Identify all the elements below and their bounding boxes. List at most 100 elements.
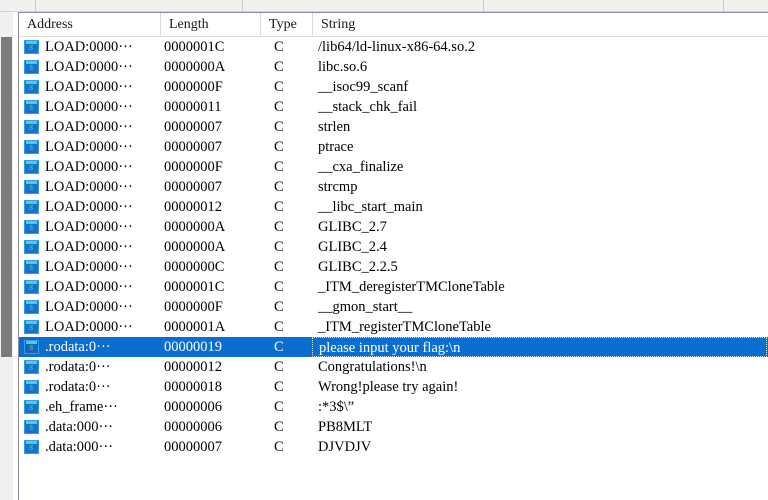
cell-type: C	[274, 199, 284, 215]
cell-address: LOAD:0000···	[45, 279, 133, 295]
table-header: Address Length Type String	[19, 13, 768, 37]
vertical-scrollbar[interactable]	[0, 12, 13, 500]
scrollbar-thumb[interactable]	[1, 37, 12, 357]
cell-type: C	[274, 339, 284, 355]
cell-address: LOAD:0000···	[45, 179, 133, 195]
cell-length: 0000000F	[164, 79, 223, 95]
cell-type: C	[274, 99, 284, 115]
cell-type: C	[274, 359, 284, 375]
cell-string: __cxa_finalize	[318, 159, 404, 175]
table-row[interactable]: LOAD:0000··· 00000007 Cptrace	[19, 137, 768, 157]
cell-type: C	[274, 279, 284, 295]
table-row[interactable]: LOAD:0000··· 00000011 C __stack_chk_fail	[19, 97, 768, 117]
cell-address: .data:000···	[45, 439, 114, 455]
cell-type: C	[274, 239, 284, 255]
cell-address: LOAD:0000···	[45, 59, 133, 75]
cell-string: GLIBC_2.7	[318, 219, 387, 235]
cell-string: PB8MLT	[318, 419, 373, 435]
cell-length: 0000000A	[164, 219, 226, 235]
table-row[interactable]: .data:000··· 00000006 C PB8MLT	[19, 417, 768, 437]
cell-type: C	[274, 179, 284, 195]
table-row[interactable]: LOAD:0000··· 0000000A C GLIBC_2.4	[19, 237, 768, 257]
cell-string: please input your flag:\n	[312, 337, 767, 357]
cell-length: 00000018	[164, 379, 222, 395]
cell-address: LOAD:0000···	[45, 259, 133, 275]
cell-type: C	[274, 119, 284, 135]
cell-type: C	[274, 379, 284, 395]
cell-address: LOAD:0000···	[45, 99, 133, 115]
table-row[interactable]: .rodata:0··· 00000018 C Wrong!please try ag…	[19, 377, 768, 397]
cell-length: 0000001C	[164, 279, 225, 295]
table-row[interactable]: LOAD:0000··· 00000007 Cstrcmp	[19, 177, 768, 197]
cell-type: C	[274, 59, 284, 75]
cell-address: .rodata:0···	[45, 339, 111, 355]
table-row[interactable]: LOAD:0000··· 0000000C C GLIBC_2.2.5	[19, 257, 768, 277]
top-strip-segment	[484, 0, 724, 12]
column-header-length[interactable]: Length	[160, 13, 260, 36]
cell-type: C	[274, 419, 284, 435]
cell-string: DJVDJV	[318, 439, 372, 455]
table-row[interactable]: LOAD:0000··· 0000000A Clibc.so.6	[19, 57, 768, 77]
table-row[interactable]: LOAD:0000··· 0000001C C/lib64/ld-linux-x86…	[19, 37, 768, 57]
cell-string: Wrong!please try again!	[318, 379, 459, 395]
cell-length: 00000006	[164, 399, 222, 415]
strings-window: AddressLengthTypeString LOAD:0000··· 0000…	[0, 0, 768, 500]
cell-address: .rodata:0···	[45, 379, 111, 395]
cell-address: LOAD:0000···	[45, 119, 133, 135]
column-header-type[interactable]: Type	[260, 13, 312, 36]
strings-list-panel: AddressLengthTypeString LOAD:0000··· 0000…	[18, 12, 768, 500]
cell-length: 00000007	[164, 139, 222, 155]
cell-address: LOAD:0000···	[45, 39, 133, 55]
cell-length: 0000000A	[164, 239, 226, 255]
table-row[interactable]: .rodata:0··· 00000019 Cplease input your f…	[19, 337, 768, 357]
cell-length: 00000007	[164, 119, 222, 135]
window-top-strip	[0, 0, 768, 12]
cell-string: strlen	[318, 119, 351, 135]
cell-string: /lib64/ld-linux-x86-64.so.2	[318, 39, 476, 55]
table-row[interactable]: .eh_frame··· 00000006 C:*3$\”	[19, 397, 768, 417]
cell-string: _ITM_registerTMCloneTable	[318, 319, 491, 335]
cell-address: LOAD:0000···	[45, 299, 133, 315]
cell-type: C	[274, 79, 284, 95]
table-row[interactable]: LOAD:0000··· 0000000F C __cxa_finalize	[19, 157, 768, 177]
cell-string: __stack_chk_fail	[318, 99, 418, 115]
top-strip-segment	[243, 0, 484, 12]
cell-type: C	[274, 159, 284, 175]
cell-address: .rodata:0···	[45, 359, 111, 375]
table-body: LOAD:0000··· 0000001C C/lib64/ld-linux-x86…	[19, 37, 768, 457]
top-strip-segment	[0, 0, 36, 12]
cell-address: LOAD:0000···	[45, 159, 133, 175]
cell-length: 0000000A	[164, 59, 226, 75]
cell-length: 00000012	[164, 199, 222, 215]
cell-string: Congratulations!\n	[318, 359, 427, 375]
table-row[interactable]: LOAD:0000··· 0000000A C GLIBC_2.7	[19, 217, 768, 237]
cell-address: .eh_frame···	[45, 399, 118, 415]
cell-length: 00000007	[164, 179, 222, 195]
table-row[interactable]: LOAD:0000··· 0000001A C _ITM_registerTMClon…	[19, 317, 768, 337]
cell-string: __gmon_start__	[318, 299, 413, 315]
column-header-address[interactable]: Address	[19, 13, 158, 36]
cell-length: 00000006	[164, 419, 222, 435]
top-strip-segment	[36, 0, 243, 12]
table-row[interactable]: LOAD:0000··· 00000012 C __libc_start_main	[19, 197, 768, 217]
table-row[interactable]: LOAD:0000··· 0000001C C _ITM_deregisterTMCl…	[19, 277, 768, 297]
table-row[interactable]: LOAD:0000··· 0000000F C __gmon_start__	[19, 297, 768, 317]
table-row[interactable]: .rodata:0··· 00000012 C Congratulations!\n	[19, 357, 768, 377]
column-header-string[interactable]: String	[312, 13, 767, 36]
cell-length: 00000007	[164, 439, 222, 455]
table-row[interactable]: LOAD:0000··· 0000000F C __isoc99_scanf	[19, 77, 768, 97]
cell-length: 00000011	[164, 99, 222, 115]
cell-length: 0000000F	[164, 159, 223, 175]
cell-string: GLIBC_2.2.5	[318, 259, 398, 275]
cell-string: __libc_start_main	[318, 199, 423, 215]
cell-address: .data:000···	[45, 419, 114, 435]
cell-type: C	[274, 299, 284, 315]
cell-address: LOAD:0000···	[45, 239, 133, 255]
cell-length: 00000019	[164, 339, 222, 355]
cell-string: strcmp	[318, 179, 358, 195]
cell-type: C	[274, 139, 284, 155]
cell-type: C	[274, 399, 284, 415]
table-row[interactable]: LOAD:0000··· 00000007 Cstrlen	[19, 117, 768, 137]
table-row[interactable]: .data:000··· 00000007 C DJVDJV	[19, 437, 768, 457]
cell-type: C	[274, 39, 284, 55]
